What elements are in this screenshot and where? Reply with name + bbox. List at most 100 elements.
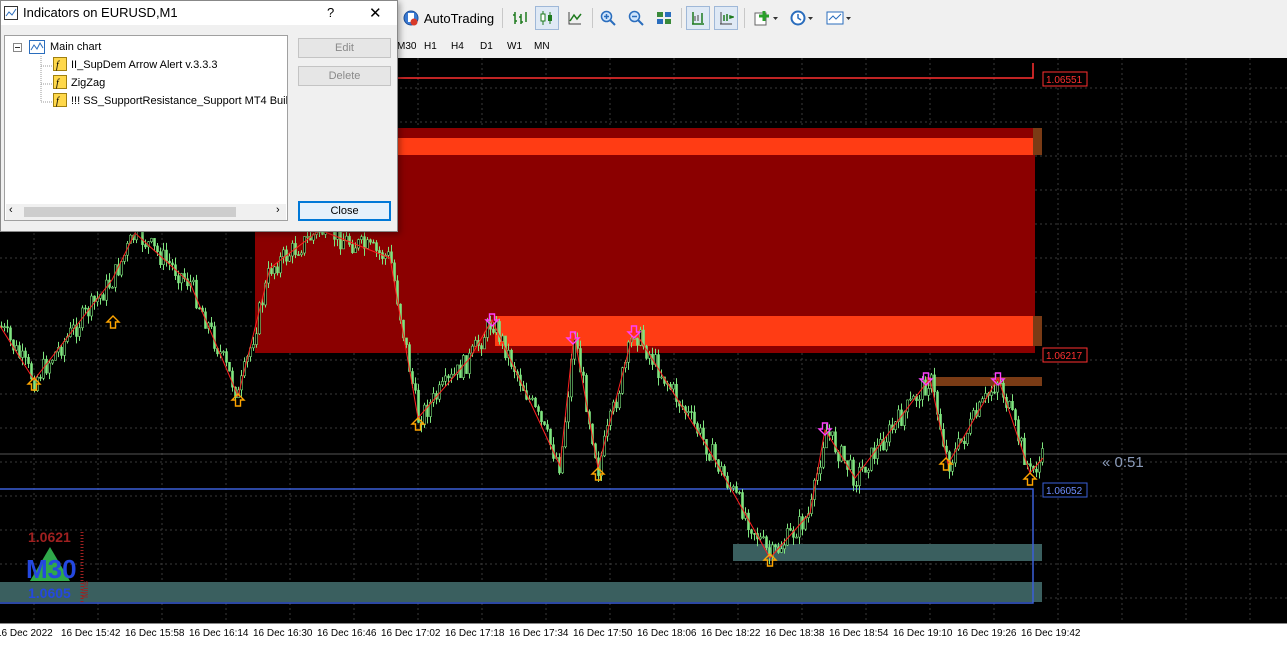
supply-zone-edge-bottom — [1033, 316, 1042, 346]
tree-node-indicator[interactable]: !!! SS_SupportResistance_Support MT4 Bui… — [71, 93, 287, 109]
candle-body — [414, 383, 417, 391]
candle-body — [795, 536, 798, 539]
time-axis-label: 16 Dec 17:50 — [573, 628, 633, 639]
bar-chart-button[interactable] — [508, 6, 532, 30]
candle-body — [360, 236, 363, 240]
candle-body — [423, 404, 426, 426]
timeframe-h1[interactable]: H1 — [421, 39, 440, 55]
indicators-window-icon — [4, 6, 18, 20]
timeframe-mn[interactable]: MN — [531, 39, 553, 55]
candle-body — [636, 337, 639, 346]
candle-body — [306, 236, 309, 238]
timeframe-w1[interactable]: W1 — [504, 39, 525, 55]
indicator-function-icon: f — [53, 75, 67, 89]
candle-body — [192, 279, 195, 283]
tree-node-indicator[interactable]: ZigZag — [71, 75, 105, 91]
templates-icon — [826, 11, 851, 25]
price-label-resistance: 1.06551 — [1042, 71, 1088, 87]
zoom-out-button[interactable] — [624, 6, 648, 30]
time-axis-label: 16 Dec 16:46 — [317, 628, 377, 639]
candle-body — [225, 351, 228, 363]
price-info-widget: 1.0621 M30 1.0605 Mins — [26, 529, 90, 602]
chart-shift-button[interactable] — [686, 6, 710, 30]
time-axis-label: 16 Dec 17:18 — [445, 628, 505, 639]
candle-body — [3, 326, 6, 329]
candle-body — [288, 255, 291, 262]
time-axis-label: 16 Dec 17:02 — [381, 628, 441, 639]
toolbar-separator — [744, 8, 745, 28]
candle-body — [732, 486, 735, 489]
dialog-title-bar[interactable]: Indicators on EURUSD,M1 ? ✕ — [1, 1, 397, 25]
autoscroll-button[interactable] — [714, 6, 738, 30]
candle-body — [252, 344, 255, 349]
svg-text:M30: M30 — [26, 554, 77, 584]
candle-body — [159, 251, 162, 265]
candle-body — [78, 327, 81, 337]
scroll-right-icon[interactable]: › — [276, 204, 280, 216]
candlestick-icon — [540, 11, 552, 25]
price-label-supply: 1.06217 — [1042, 347, 1088, 363]
new-indicator-button[interactable] — [750, 6, 782, 30]
candle-body — [1008, 401, 1011, 408]
svg-text:1.0605: 1.0605 — [28, 585, 71, 601]
candle-body — [441, 380, 444, 386]
candle-body — [171, 262, 174, 266]
candle-body — [741, 492, 744, 519]
candlestick-button[interactable] — [535, 6, 559, 30]
candle-body — [162, 249, 165, 265]
timeframe-d1[interactable]: D1 — [477, 39, 496, 55]
candle-body — [27, 357, 30, 364]
candle-body — [783, 544, 786, 550]
close-button[interactable]: Close — [298, 201, 391, 221]
toolbar-separator — [502, 8, 503, 28]
indicator-function-icon: f — [53, 93, 67, 107]
help-button[interactable]: ? — [327, 5, 334, 20]
scrollbar-thumb[interactable] — [24, 207, 236, 217]
edit-button[interactable]: Edit — [298, 38, 391, 58]
resistance-line — [390, 63, 1034, 79]
zoom-in-button[interactable] — [596, 6, 620, 30]
time-axis-label: 16 Dec 19:26 — [957, 628, 1017, 639]
candle-body — [780, 548, 783, 553]
tree-node-indicator[interactable]: II_SupDem Arrow Alert v.3.3.3 — [71, 57, 218, 73]
candle-body — [195, 279, 198, 309]
line-chart-icon — [568, 12, 582, 25]
tree-horizontal-scrollbar[interactable]: ‹ › — [6, 204, 286, 220]
candle-body — [822, 447, 825, 468]
candle-body — [228, 361, 231, 372]
candle-body — [342, 240, 345, 250]
autotrading-button[interactable]: AutoTrading — [400, 6, 496, 30]
time-axis-label: 16 Dec 16:14 — [189, 628, 249, 639]
candle-body — [657, 354, 660, 379]
line-chart-button[interactable] — [563, 6, 587, 30]
price-label-support: 1.06052 — [1042, 482, 1088, 498]
periods-button[interactable] — [786, 6, 818, 30]
tile-windows-button[interactable] — [652, 6, 676, 30]
time-axis-label: 16 Dec 18:54 — [829, 628, 889, 639]
tree-node-main-chart[interactable]: Main chart — [50, 39, 101, 55]
time-axis-label: 16 Dec 15:42 — [61, 628, 121, 639]
time-axis-label: 16 Dec 2022 — [0, 628, 53, 639]
candle-body — [291, 243, 294, 257]
small-supply-zone — [925, 377, 1042, 386]
scroll-left-icon[interactable]: ‹ — [9, 204, 13, 216]
candle-body — [564, 421, 567, 448]
candle-body — [963, 440, 966, 445]
candle-body — [702, 427, 705, 440]
delete-button[interactable]: Delete — [298, 66, 391, 86]
candle-body — [468, 352, 471, 374]
candle-body — [840, 445, 843, 462]
timeframes-toolbar: M30 H1 H4 D1 W1 MN — [390, 36, 1287, 59]
candle-body — [855, 485, 858, 487]
candle-body — [753, 533, 756, 535]
candle-body — [615, 401, 618, 409]
templates-button[interactable] — [822, 6, 856, 30]
indicators-dialog: Indicators on EURUSD,M1 ? ✕ Main chart f… — [0, 0, 398, 232]
timeframe-h4[interactable]: H4 — [448, 39, 467, 55]
candle-body — [261, 302, 264, 306]
dialog-close-icon[interactable]: ✕ — [369, 4, 382, 22]
indicators-tree[interactable]: Main chart f II_SupDem Arrow Alert v.3.3… — [4, 35, 288, 221]
candle-body — [156, 245, 159, 252]
time-axis-label: 16 Dec 18:38 — [765, 628, 825, 639]
candle-body — [945, 445, 948, 453]
